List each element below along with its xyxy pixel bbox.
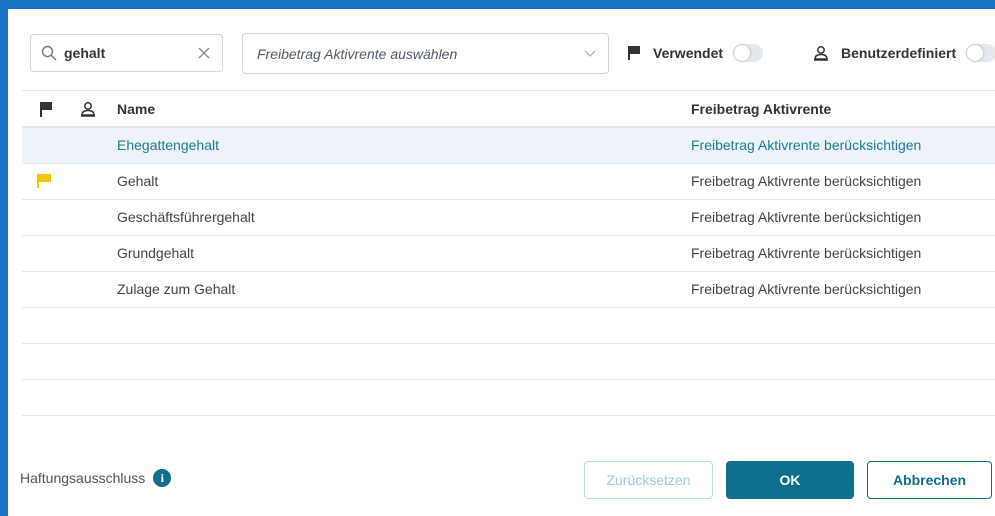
cancel-button[interactable]: Abbrechen bbox=[867, 461, 992, 499]
flag-yellow-icon bbox=[37, 174, 51, 188]
ok-button[interactable]: OK bbox=[726, 461, 854, 499]
row-name: Zulage zum Gehalt bbox=[117, 281, 236, 297]
table-row[interactable]: Gehalt Freibetrag Aktivrente berücksicht… bbox=[22, 164, 995, 200]
reset-button[interactable]: Zurücksetzen bbox=[584, 461, 713, 499]
row-freibetrag: Freibetrag Aktivrente berücksichtigen bbox=[691, 137, 922, 153]
table-row[interactable]: Grundgehalt Freibetrag Aktivrente berück… bbox=[22, 236, 995, 272]
row-freibetrag: Freibetrag Aktivrente berücksichtigen bbox=[691, 209, 922, 225]
chevron-down-icon bbox=[584, 50, 596, 57]
custom-filter-label: Benutzerdefiniert bbox=[841, 45, 957, 61]
row-name: Ehegattengehalt bbox=[117, 137, 219, 153]
flag-icon bbox=[628, 46, 640, 60]
row-freibetrag: Freibetrag Aktivrente berücksichtigen bbox=[691, 173, 922, 189]
row-freibetrag: Freibetrag Aktivrente berücksichtigen bbox=[691, 281, 922, 297]
data-table: Name Freibetrag Aktivrente Ehegattengeha… bbox=[22, 90, 995, 416]
empty-row bbox=[22, 308, 995, 344]
search-input[interactable]: gehalt bbox=[64, 45, 198, 61]
empty-row bbox=[22, 344, 995, 380]
row-name: Geschäftsführergehalt bbox=[117, 209, 255, 225]
column-header-name[interactable]: Name bbox=[117, 101, 155, 117]
table-row[interactable]: Geschäftsführergehalt Freibetrag Aktivre… bbox=[22, 200, 995, 236]
flag-column-icon[interactable] bbox=[38, 102, 54, 117]
used-filter-label: Verwendet bbox=[653, 45, 724, 61]
user-column-icon[interactable] bbox=[80, 101, 96, 117]
dialog: gehalt Freibetrag Aktivrente auswählen V… bbox=[8, 9, 995, 516]
column-header-freibetrag[interactable]: Freibetrag Aktivrente bbox=[691, 101, 831, 117]
user-icon bbox=[814, 46, 828, 61]
table-row[interactable]: Zulage zum Gehalt Freibetrag Aktivrente … bbox=[22, 272, 995, 308]
close-icon[interactable] bbox=[198, 47, 210, 59]
info-icon[interactable]: i bbox=[153, 469, 172, 487]
used-toggle[interactable] bbox=[733, 44, 764, 62]
search-field[interactable]: gehalt bbox=[30, 34, 223, 72]
row-name: Grundgehalt bbox=[117, 245, 195, 261]
empty-row bbox=[22, 380, 995, 416]
table-header: Name Freibetrag Aktivrente bbox=[22, 90, 995, 128]
row-freibetrag: Freibetrag Aktivrente berücksichtigen bbox=[691, 245, 922, 261]
disclaimer-label[interactable]: Haftungsausschluss bbox=[20, 470, 145, 486]
custom-toggle[interactable] bbox=[966, 44, 995, 62]
used-filter: Verwendet bbox=[627, 39, 764, 67]
table-row[interactable]: Ehegattengehalt Freibetrag Aktivrente be… bbox=[22, 128, 995, 164]
select-placeholder: Freibetrag Aktivrente auswählen bbox=[257, 45, 458, 62]
custom-filter: Benutzerdefiniert bbox=[813, 39, 995, 67]
disclaimer[interactable]: Haftungsausschluss i bbox=[20, 469, 172, 487]
search-icon bbox=[41, 45, 57, 61]
freibetrag-select[interactable]: Freibetrag Aktivrente auswählen bbox=[242, 33, 609, 74]
row-name: Gehalt bbox=[117, 173, 159, 189]
